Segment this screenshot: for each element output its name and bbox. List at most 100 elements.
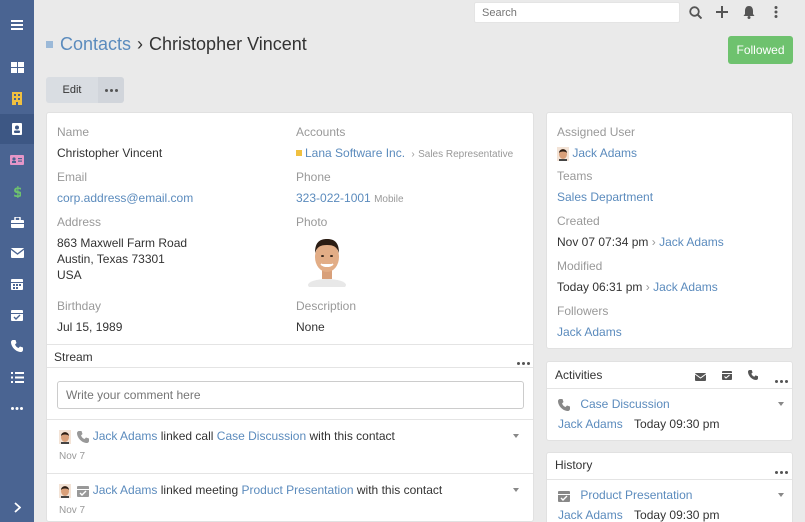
field-label: Address (57, 215, 102, 229)
address-line2: Austin, Texas 73301 (57, 252, 165, 266)
user-avatar (59, 483, 71, 498)
menu-toggle-button[interactable] (0, 10, 34, 40)
notifications-button[interactable] (739, 3, 759, 21)
sidebar-item-email[interactable] (0, 238, 34, 268)
activity-user-link[interactable]: Jack Adams (558, 417, 623, 431)
field-label: Accounts (296, 125, 346, 139)
sidebar-item-dashboard[interactable] (0, 52, 34, 82)
team-link[interactable]: Sales Department (557, 190, 653, 204)
side-panel: Assigned User Jack Adams Teams Sales Dep… (546, 112, 793, 349)
phone-icon (558, 398, 570, 411)
field-assigned-user: Assigned User Jack Adams (557, 125, 637, 161)
calendar-check-icon (77, 485, 90, 497)
phone-icon (11, 340, 23, 352)
record-name: Christopher Vincent (149, 34, 307, 54)
briefcase-icon (10, 216, 24, 228)
field-name: Name Christopher Vincent (57, 125, 162, 161)
history-time: Today 09:30 pm (634, 508, 720, 522)
calendar-icon (11, 279, 23, 290)
account-arrow: › (411, 149, 415, 160)
activity-time: Today 09:30 pm (634, 417, 720, 431)
sidebar-item-calls[interactable] (0, 331, 34, 361)
account-link[interactable]: Lana Software Inc. (305, 146, 405, 160)
compose-email-button[interactable] (694, 370, 707, 384)
sidebar-item-meetings[interactable] (0, 300, 34, 330)
comment-input[interactable] (57, 381, 524, 409)
sidebar-expand-button[interactable] (0, 492, 34, 522)
stream-menu-button[interactable] (517, 354, 530, 368)
sidebar-item-leads[interactable] (0, 145, 34, 175)
log-call-button[interactable] (748, 369, 758, 383)
schedule-meeting-button[interactable] (722, 369, 732, 383)
activity-name-link[interactable]: Case Discussion (580, 397, 669, 411)
dashboard-icon (10, 61, 24, 73)
address-book-icon (12, 123, 22, 135)
field-label: Followers (557, 304, 609, 318)
stream-target-link[interactable]: Product Presentation (241, 483, 353, 497)
stream-suffix: with this contact (309, 429, 395, 443)
activities-menu-button[interactable] (775, 372, 788, 386)
field-value: 323-022-1001 Mobile (296, 190, 404, 208)
assigned-user-link[interactable]: Jack Adams (572, 146, 637, 160)
field-value: None (296, 320, 325, 334)
history-dropdown-icon[interactable] (778, 493, 784, 497)
activity-dropdown-icon[interactable] (778, 402, 784, 406)
modified-date: Today 06:31 pm (557, 280, 643, 294)
field-value: Lana Software Inc. › Sales Representativ… (296, 145, 513, 163)
history-item: Product Presentation Jack Adams Today 09… (558, 488, 784, 522)
field-label: Email (57, 170, 88, 184)
stream-entry-dropdown-icon[interactable] (513, 488, 519, 492)
stream-title: Stream (54, 350, 93, 364)
sidebar-item-tasks[interactable] (0, 362, 34, 392)
stream-entry: Jack Adams linked meeting Product Presen… (59, 483, 529, 522)
more-dots-icon (775, 380, 788, 383)
page-title: Contacts › Christopher Vincent (46, 34, 307, 55)
field-accounts: Accounts Lana Software Inc. › Sales Repr… (296, 125, 513, 163)
dollar-icon: $ (13, 185, 21, 198)
global-search-input[interactable] (474, 2, 680, 23)
phone-link[interactable]: 323-022-1001 (296, 191, 371, 205)
tasks-icon (10, 371, 24, 383)
sidebar-item-contacts[interactable] (0, 114, 34, 144)
phone-type: Mobile (374, 194, 404, 205)
follower-link[interactable]: Jack Adams (557, 325, 622, 339)
stream-user-link[interactable]: Jack Adams (93, 429, 158, 443)
history-user-link[interactable]: Jack Adams (558, 508, 623, 522)
user-avatar (557, 146, 569, 161)
calendar-check-icon (558, 490, 570, 502)
stream-target-link[interactable]: Case Discussion (217, 429, 306, 443)
created-date: Nov 07 07:34 pm (557, 235, 649, 249)
phone-icon (77, 430, 90, 443)
followed-button[interactable]: Followed (728, 36, 793, 64)
quick-create-button[interactable] (712, 3, 732, 21)
edit-more-button[interactable] (98, 77, 124, 103)
sidebar-item-cases[interactable] (0, 207, 34, 237)
breadcrumb-separator: › (137, 34, 144, 54)
email-link[interactable]: corp.address@email.com (57, 191, 193, 205)
divider (47, 367, 533, 368)
edit-button[interactable]: Edit (46, 77, 98, 103)
modified-by-link[interactable]: Jack Adams (653, 280, 718, 294)
sidebar-item-calendar[interactable] (0, 269, 34, 299)
scope-marker-icon (46, 41, 53, 48)
activity-item: Case Discussion Jack Adams Today 09:30 p… (558, 397, 784, 431)
history-name-link[interactable]: Product Presentation (580, 488, 692, 502)
breadcrumb-contacts-link[interactable]: Contacts (60, 34, 131, 55)
search-button[interactable] (685, 3, 705, 21)
more-dots-icon (11, 406, 23, 410)
sidebar-more-button[interactable] (0, 393, 34, 423)
stream-user-link[interactable]: Jack Adams (93, 483, 158, 497)
sidebar-item-opportunities[interactable]: $ (0, 176, 34, 206)
created-by-link[interactable]: Jack Adams (659, 235, 724, 249)
divider (547, 479, 792, 480)
contact-photo[interactable] (304, 235, 350, 291)
edit-button-group: Edit (46, 77, 124, 103)
sidebar-item-accounts[interactable] (0, 83, 34, 113)
created-arrow: › (651, 235, 656, 249)
stream-entry-dropdown-icon[interactable] (513, 434, 519, 438)
history-menu-button[interactable] (775, 463, 788, 477)
account-marker-icon (296, 150, 302, 156)
divider (547, 388, 792, 389)
user-menu-button[interactable] (766, 3, 786, 21)
field-description: Description None (296, 299, 356, 335)
